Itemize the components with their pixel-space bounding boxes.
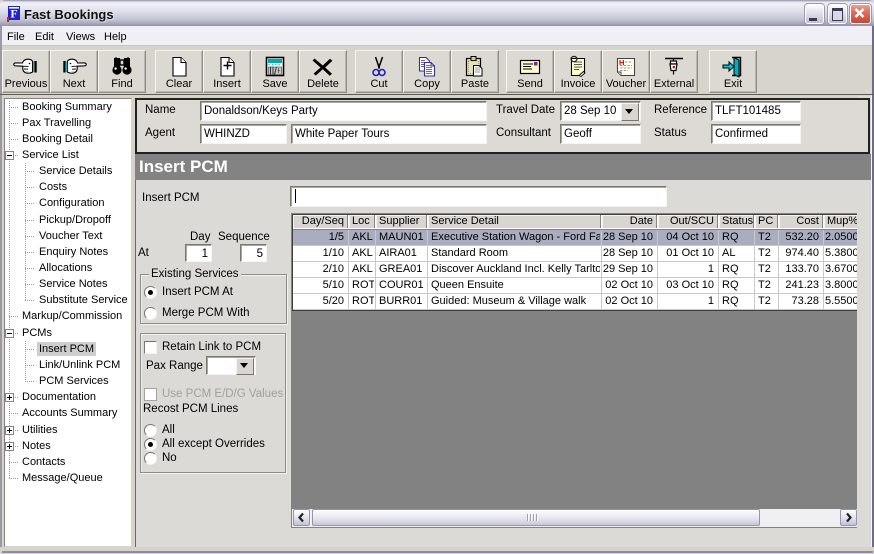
svg-text:F: F [10, 7, 17, 21]
